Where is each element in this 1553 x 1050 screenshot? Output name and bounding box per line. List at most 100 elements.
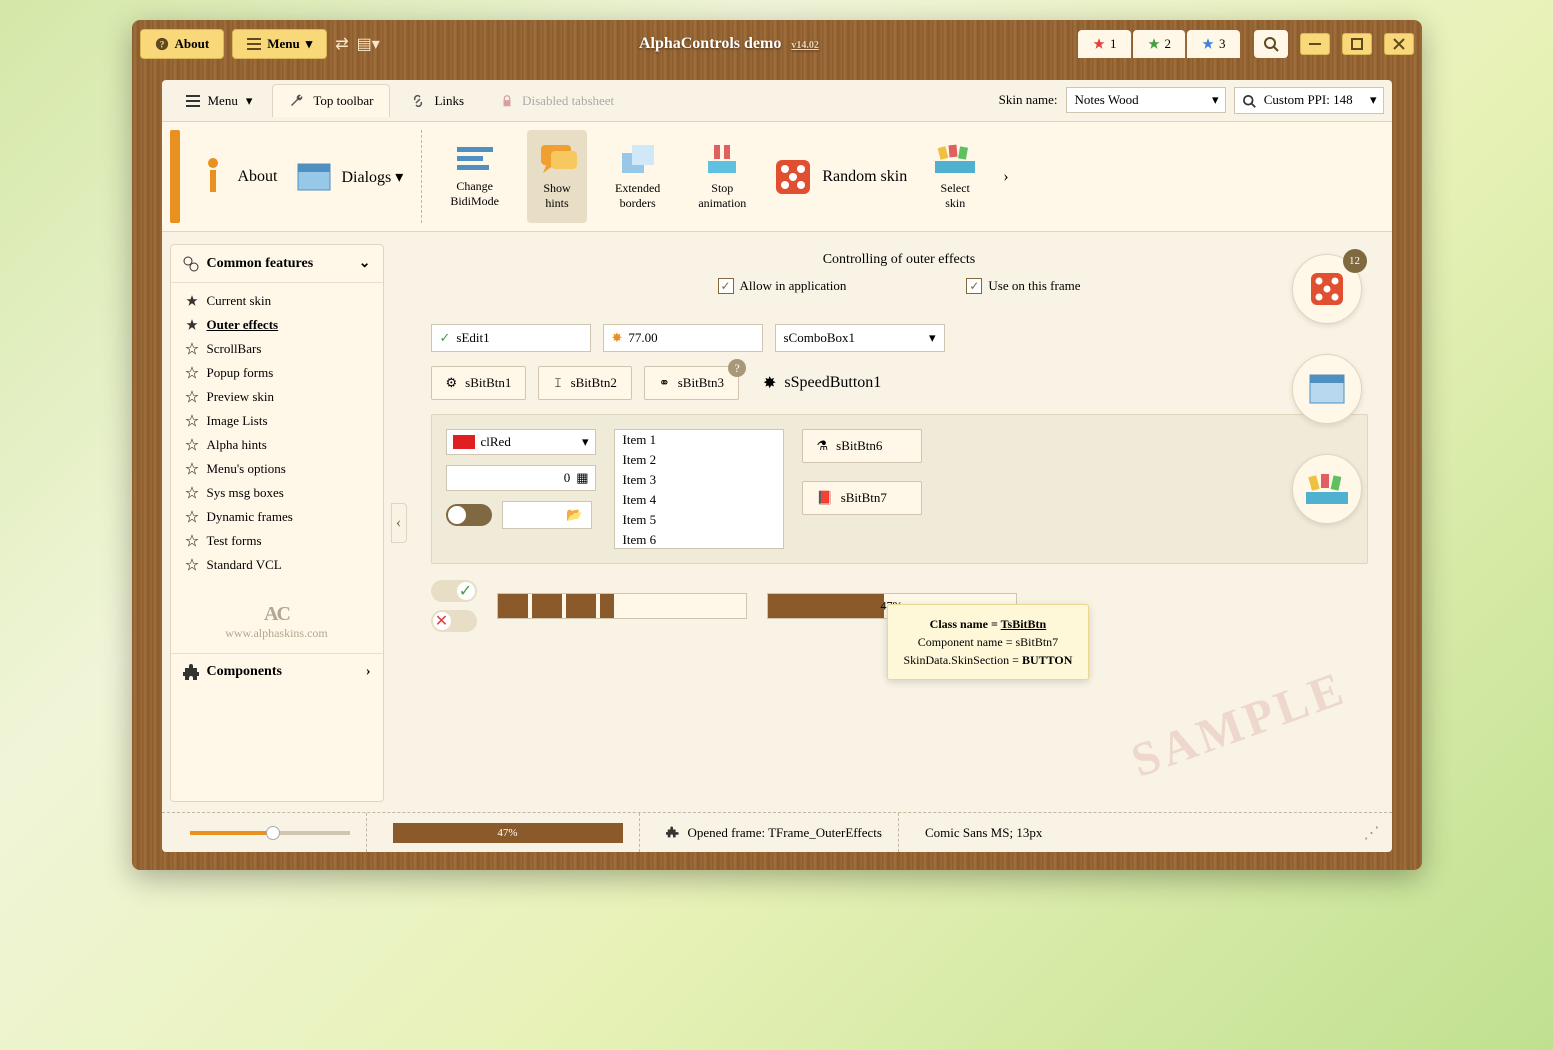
sidebar-item-imagelists[interactable]: Image Lists xyxy=(171,409,383,433)
menu-label: Menu xyxy=(267,36,300,52)
list-item[interactable]: Item 6 xyxy=(615,530,783,549)
bitbtn-3[interactable]: ⚭sBitBtn3? xyxy=(644,366,739,400)
app-title-text: AlphaControls demo xyxy=(639,35,781,52)
tool-item-selectskin[interactable]: Select skin xyxy=(925,130,985,223)
tool-item-dialogs[interactable]: Dialogs ▾ xyxy=(296,130,404,223)
sidebar-item-sysmsg[interactable]: Sys msg boxes xyxy=(171,481,383,505)
list-item[interactable]: Item 5 xyxy=(615,510,783,530)
bitbtn-7[interactable]: 📕sBitBtn7 xyxy=(802,481,922,515)
sidebar-item-tests[interactable]: Test forms xyxy=(171,529,383,553)
tool-item-hints[interactable]: Show hints xyxy=(527,130,587,223)
sidebar-item-scrollbars[interactable]: ScrollBars xyxy=(171,337,383,361)
sidebar-item-frames[interactable]: Dynamic frames xyxy=(171,505,383,529)
speedbutton-1[interactable]: ✸sSpeedButton1 xyxy=(763,373,881,393)
list-item[interactable]: Item 1 xyxy=(615,430,783,450)
slider[interactable] xyxy=(190,831,350,835)
sidebar-item-vcl[interactable]: Standard VCL xyxy=(171,553,383,577)
bitbtn-2[interactable]: 𝙸sBitBtn2 xyxy=(538,366,631,400)
switch-on[interactable]: ✓ xyxy=(431,580,477,602)
skin-combo[interactable]: Notes Wood xyxy=(1066,87,1226,113)
list-item[interactable]: Item 3 xyxy=(615,470,783,490)
round-window[interactable] xyxy=(1292,354,1362,424)
skin-label: Skin name: xyxy=(999,92,1058,108)
listbox[interactable]: Item 1 Item 2 Item 3 Item 4 Item 5 Item … xyxy=(614,429,784,549)
edit-2[interactable]: ✸77.00 xyxy=(603,324,763,352)
check-frame[interactable]: ✓Use on this frame xyxy=(966,278,1080,294)
round-palette[interactable] xyxy=(1292,454,1362,524)
bitbtn-1[interactable]: ⚙sBitBtn1 xyxy=(431,366,527,400)
star-tab-1[interactable]: 1 xyxy=(1078,30,1131,58)
star-tab-2[interactable]: 2 xyxy=(1133,30,1186,58)
tab-menu[interactable]: Menu ▾ xyxy=(170,85,269,117)
list-item[interactable]: Item 2 xyxy=(615,450,783,470)
sidebar-collapse-button[interactable]: ‹ xyxy=(391,503,407,543)
check-label: Use on this frame xyxy=(988,278,1080,294)
gear-icon: ✸ xyxy=(763,373,776,393)
list-item[interactable]: Item 4 xyxy=(615,490,783,510)
number-input[interactable]: 0▦ xyxy=(446,465,596,491)
tab-top-toolbar[interactable]: Top toolbar xyxy=(272,84,390,117)
footer-link[interactable]: www.alphaskins.com xyxy=(171,626,383,641)
switch-off[interactable]: ✕ xyxy=(431,610,477,632)
star-icon xyxy=(1147,37,1161,51)
tool-item-borders[interactable]: Extended borders xyxy=(605,130,670,223)
sidebar-item-current-skin[interactable]: Current skin xyxy=(171,289,383,313)
sidebar-item-popup[interactable]: Popup forms xyxy=(171,361,383,385)
sidebar-item-label: Popup forms xyxy=(207,365,274,381)
minimize-button[interactable] xyxy=(1300,33,1330,55)
sidebar-item-outer-effects[interactable]: Outer effects xyxy=(171,313,383,337)
maximize-button[interactable] xyxy=(1342,33,1372,55)
star-icon xyxy=(185,414,199,428)
swap-icon[interactable]: ⇄ xyxy=(335,34,348,54)
tool-item-about[interactable]: About xyxy=(198,130,278,223)
toggle-1[interactable] xyxy=(446,504,492,526)
edit-1[interactable]: ✓sEdit1 xyxy=(431,324,591,352)
round-dice[interactable]: 12 xyxy=(1292,254,1362,324)
btn-label: sBitBtn2 xyxy=(571,375,617,391)
group-title: Controlling of outer effects xyxy=(431,252,1368,268)
toolbar-strip: About Dialogs ▾ Change BidiMode Show hin… xyxy=(162,122,1392,232)
tool-label: Random skin xyxy=(822,168,907,186)
close-button[interactable] xyxy=(1384,33,1414,55)
layout-dropdown[interactable]: ▤▾ xyxy=(357,34,380,54)
tab-label: Links xyxy=(434,93,464,109)
combo-1[interactable]: sComboBox1▾ xyxy=(775,324,945,352)
about-button[interactable]: ? About xyxy=(140,29,225,59)
bitbtn-6[interactable]: ⚗sBitBtn6 xyxy=(802,429,922,463)
svg-text:?: ? xyxy=(159,40,164,51)
ppi-combo[interactable]: Custom PPI: 148 xyxy=(1234,87,1384,113)
chat-icon xyxy=(537,143,577,175)
search-button[interactable] xyxy=(1254,30,1288,58)
tab-links[interactable]: Links xyxy=(394,85,480,117)
color-value: clRed xyxy=(481,434,511,450)
sidebar-item-preview[interactable]: Preview skin xyxy=(171,385,383,409)
sidebar-section-features: Common features ⌄ Current skin Outer eff… xyxy=(170,244,384,802)
check-allow[interactable]: ✓Allow in application xyxy=(718,278,847,294)
sidebar-head-label: Common features xyxy=(207,256,314,272)
sidebar-head-features[interactable]: Common features ⌄ xyxy=(171,245,383,283)
menu-button[interactable]: Menu ▾ xyxy=(232,29,327,59)
tool-label: Dialogs ▾ xyxy=(342,167,404,187)
about-label: About xyxy=(175,36,210,52)
sidebar-item-hints[interactable]: Alpha hints xyxy=(171,433,383,457)
sidebar-head-components[interactable]: Components › xyxy=(171,653,383,690)
scroll-right-button[interactable]: › xyxy=(1003,168,1008,186)
switch-knob: ✕ xyxy=(433,612,451,630)
slider-thumb[interactable] xyxy=(266,826,280,840)
tool-item-stopanim[interactable]: Stop animation xyxy=(688,130,756,223)
resize-grip[interactable]: ⋰ xyxy=(1364,823,1380,843)
star-tab-3[interactable]: 3 xyxy=(1187,30,1240,58)
star-icon xyxy=(185,558,199,572)
tab-label: Top toolbar xyxy=(313,93,373,109)
file-input[interactable]: 📂 xyxy=(502,501,592,529)
color-combo[interactable]: clRed xyxy=(446,429,596,455)
sidebar-item-menus[interactable]: Menu's options xyxy=(171,457,383,481)
wrench-icon xyxy=(289,93,305,109)
tool-item-bidi[interactable]: Change BidiMode xyxy=(440,130,509,223)
version-label[interactable]: v14.02 xyxy=(791,40,819,51)
tool-item-random[interactable]: Random skin xyxy=(774,130,907,223)
star-icon xyxy=(185,318,199,332)
flask-icon: ⚗ xyxy=(817,438,829,454)
sidebar-item-label: Image Lists xyxy=(207,413,268,429)
chevron-down-icon: ⌄ xyxy=(359,255,371,272)
